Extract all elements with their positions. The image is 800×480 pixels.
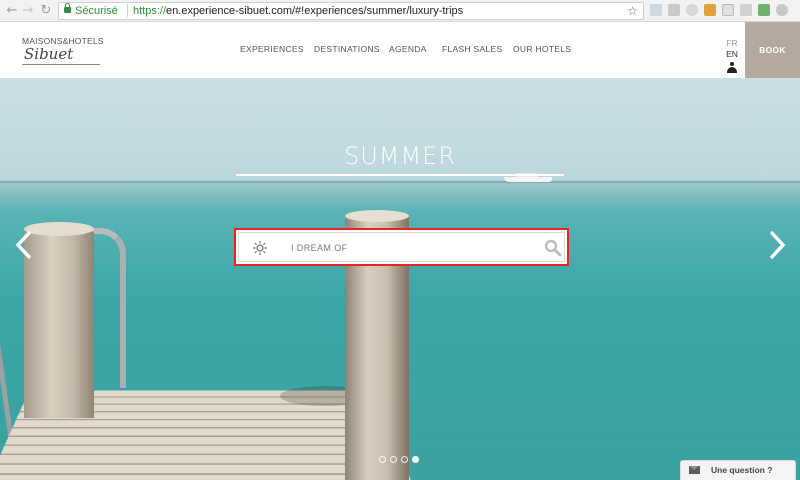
carousel-dot[interactable] bbox=[379, 456, 386, 463]
back-arrow-icon[interactable]: ← bbox=[4, 3, 20, 19]
sun-icon bbox=[253, 241, 267, 255]
hero-banner: SUMMER bbox=[0, 78, 800, 480]
logo-script: Sibuet bbox=[24, 45, 74, 63]
site-header: MAISONS&HOTELS Sibuet EXPERIENCES DESTIN… bbox=[0, 22, 800, 78]
chat-label: Une question ? bbox=[711, 465, 773, 475]
carousel-dot[interactable] bbox=[401, 456, 408, 463]
search-icon[interactable] bbox=[544, 239, 562, 257]
chevron-left-icon[interactable] bbox=[12, 230, 36, 260]
url-path: en.experience-sibuet.com/#!experiences/s… bbox=[166, 5, 464, 17]
lock-icon bbox=[64, 3, 71, 13]
address-bar[interactable]: Sécurisé https://en.experience-sibuet.co… bbox=[58, 2, 644, 20]
language-en[interactable]: EN bbox=[724, 49, 740, 59]
envelope-icon bbox=[689, 466, 700, 474]
reload-icon[interactable]: ↻ bbox=[38, 3, 54, 19]
secure-label: Sécurisé bbox=[75, 5, 118, 17]
nav-experiences[interactable]: EXPERIENCES bbox=[240, 44, 304, 54]
carousel-dot[interactable] bbox=[390, 456, 397, 463]
url-divider bbox=[127, 4, 128, 17]
extension-icon[interactable] bbox=[758, 4, 770, 16]
url-text[interactable]: https://en.experience-sibuet.com/#!exper… bbox=[133, 3, 463, 19]
search-input[interactable] bbox=[291, 239, 531, 257]
extension-icon[interactable] bbox=[668, 4, 680, 16]
browser-toolbar: ← → ↻ Sécurisé https://en.experience-sib… bbox=[0, 0, 800, 22]
nav-agenda[interactable]: AGENDA bbox=[389, 44, 427, 54]
extension-icon[interactable] bbox=[776, 4, 788, 16]
extension-icon[interactable] bbox=[704, 4, 716, 16]
nav-our-hotels[interactable]: OUR HOTELS bbox=[513, 44, 571, 54]
chevron-right-icon[interactable] bbox=[765, 230, 789, 260]
extension-icons bbox=[650, 4, 796, 18]
forward-arrow-icon[interactable]: → bbox=[20, 3, 36, 19]
language-fr[interactable]: FR bbox=[724, 38, 740, 48]
horizon bbox=[0, 181, 800, 183]
extension-icon[interactable] bbox=[650, 4, 662, 16]
book-button[interactable]: BOOK bbox=[745, 22, 800, 78]
logo[interactable]: MAISONS&HOTELS Sibuet bbox=[22, 36, 103, 68]
extension-icon[interactable] bbox=[686, 4, 698, 16]
nav-destinations[interactable]: DESTINATIONS bbox=[314, 44, 380, 54]
extension-icon[interactable] bbox=[722, 4, 734, 16]
search-box bbox=[234, 228, 569, 266]
mail-extension-icon[interactable] bbox=[740, 4, 752, 16]
search-field bbox=[238, 232, 565, 262]
hero-title: SUMMER bbox=[343, 142, 457, 170]
carousel-dots bbox=[379, 456, 423, 464]
nav-flash-sales[interactable]: FLASH SALES bbox=[442, 44, 502, 54]
user-icon[interactable] bbox=[727, 62, 737, 73]
carousel-dot[interactable] bbox=[412, 456, 419, 463]
chat-widget[interactable]: Une question ? bbox=[680, 460, 796, 480]
url-scheme: https:// bbox=[133, 5, 167, 17]
logo-underline bbox=[22, 64, 100, 65]
bookmark-star-icon[interactable]: ☆ bbox=[627, 3, 638, 19]
title-underline bbox=[236, 174, 564, 176]
